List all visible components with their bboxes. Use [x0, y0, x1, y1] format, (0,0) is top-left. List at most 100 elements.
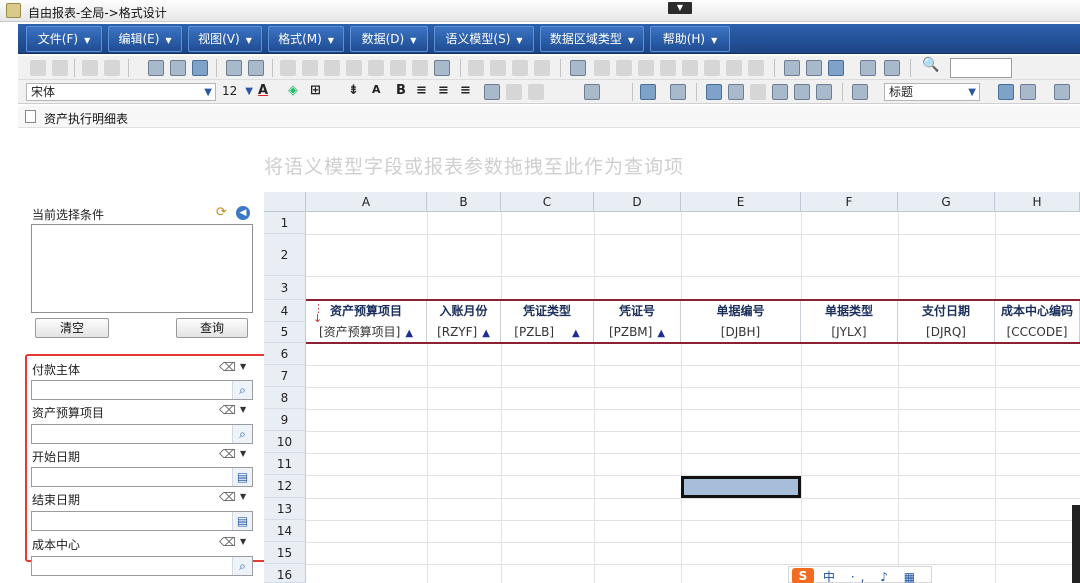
calc-icon[interactable] [728, 84, 744, 100]
cell-d4[interactable]: 凭证号 [594, 300, 681, 322]
clear-button[interactable]: 清空 [35, 318, 109, 338]
eraser-icon[interactable]: ⌫ [219, 360, 236, 374]
undo-icon[interactable] [82, 60, 98, 76]
param-icon[interactable] [670, 84, 686, 100]
cell-h5[interactable]: [CCCODE] [995, 322, 1080, 343]
ime-status[interactable]: 中 ·, ♪ ▦ ⁘ [823, 568, 931, 583]
column-header-e[interactable]: E [681, 192, 801, 212]
cell-c4[interactable]: 凭证类型 [501, 300, 594, 322]
align-center-icon[interactable]: ≡ [438, 83, 449, 98]
insert-icon[interactable] [280, 60, 296, 76]
image-icon[interactable] [490, 60, 506, 76]
merge-icon[interactable] [324, 60, 340, 76]
filter-input-payer[interactable]: ⌕ [31, 380, 253, 400]
bold-icon[interactable]: B [396, 83, 406, 98]
filter-icon[interactable] [534, 60, 550, 76]
font-grow-icon[interactable]: A [372, 83, 381, 96]
style-icon[interactable] [852, 84, 868, 100]
cell-c5[interactable]: [PZLB] ▲ [501, 322, 594, 343]
eraser-icon[interactable]: ⌫ [219, 447, 236, 461]
ime-logo-icon[interactable]: S [792, 568, 814, 583]
copy-icon[interactable] [806, 60, 822, 76]
font-family-select[interactable]: 宋体 ▼ [26, 83, 216, 101]
valign-top-icon[interactable] [506, 84, 522, 100]
print-icon[interactable] [248, 60, 264, 76]
cell-e5[interactable]: [DJBH] [681, 322, 801, 343]
current-conditions-box[interactable] [31, 224, 253, 313]
font-size-select[interactable]: 12 ▼ [220, 83, 256, 101]
region-icon[interactable] [706, 84, 722, 100]
settings-icon[interactable] [570, 60, 586, 76]
row-header[interactable]: 8 [264, 387, 306, 409]
font-color-icon[interactable]: A [258, 83, 268, 98]
filter-input-budget-item[interactable]: ⌕ [31, 424, 253, 444]
collapse-left-icon[interactable]: ◀ [236, 206, 250, 220]
formula-icon[interactable] [748, 60, 764, 76]
cell-a5[interactable]: [资产预算项目] ▲ [306, 322, 427, 343]
split-icon[interactable] [346, 60, 362, 76]
calendar-icon[interactable]: ▤ [232, 512, 252, 530]
row-header[interactable]: 13 [264, 498, 306, 520]
row-icon[interactable] [368, 60, 384, 76]
row-header[interactable]: 6 [264, 343, 306, 365]
sum-icon[interactable] [682, 60, 698, 76]
preview-mode-icon[interactable] [1020, 84, 1036, 100]
eraser-icon[interactable]: ⌫ [219, 490, 236, 504]
link-cell-icon[interactable] [750, 84, 766, 100]
cell-d5[interactable]: [PZBM] ▲ [594, 322, 681, 343]
cell-h4[interactable]: 成本中心编码 [995, 300, 1080, 322]
row-header[interactable]: 7 [264, 365, 306, 387]
group-icon[interactable] [726, 60, 742, 76]
align-icon[interactable] [616, 60, 632, 76]
chevron-down-icon[interactable]: ▼ [240, 492, 246, 501]
row-header[interactable]: 14 [264, 520, 306, 542]
column-header-f[interactable]: F [801, 192, 898, 212]
report-sheet[interactable]: A B C D E F G H 1 2 3 4 5 6 7 8 9 10 11 … [264, 192, 1080, 583]
print-preview-icon[interactable] [226, 60, 242, 76]
cell-style-select[interactable]: 标题 ▼ [884, 83, 980, 101]
link-icon[interactable] [512, 60, 528, 76]
layout-icon[interactable] [594, 60, 610, 76]
data-source-icon[interactable] [640, 84, 656, 100]
cell-b4[interactable]: 入账月份 [427, 300, 501, 322]
redo-icon[interactable] [104, 60, 120, 76]
design-mode-icon[interactable] [998, 84, 1014, 100]
unlock-icon[interactable] [660, 60, 676, 76]
frame-icon[interactable] [484, 84, 500, 100]
column-header-h[interactable]: H [995, 192, 1080, 212]
chevron-down-icon[interactable]: ▼ [240, 405, 246, 414]
menu-file[interactable]: 文件(F) ▼ [26, 26, 102, 52]
refresh-icon[interactable] [192, 60, 208, 76]
user-icon[interactable] [794, 84, 810, 100]
query-button[interactable]: 查询 [176, 318, 248, 338]
toolbar-search-input[interactable] [950, 58, 1012, 78]
export-icon[interactable] [1054, 84, 1070, 100]
search-icon[interactable]: ⌕ [232, 557, 252, 575]
chevron-down-icon[interactable]: ▼ [240, 537, 246, 546]
align-left-icon[interactable]: ≡ [416, 83, 427, 98]
cell-e4[interactable]: 单据编号 [681, 300, 801, 322]
column-header-d[interactable]: D [594, 192, 681, 212]
new-icon[interactable] [30, 60, 46, 76]
row-header[interactable]: 1 [264, 212, 306, 234]
column-icon[interactable] [390, 60, 406, 76]
row-header[interactable]: 3 [264, 276, 306, 300]
chevron-down-icon[interactable]: ▼ [240, 449, 246, 458]
menu-semantic-model[interactable]: 语义模型(S) ▼ [434, 26, 534, 52]
clear-icon[interactable] [884, 60, 900, 76]
menu-edit[interactable]: 编辑(E) ▼ [108, 26, 182, 52]
cell-f4[interactable]: 单据类型 [801, 300, 898, 322]
cell-a4[interactable]: 资产预算项目 [306, 300, 427, 322]
search-icon[interactable]: ⌕ [232, 381, 252, 399]
publish-icon[interactable] [772, 84, 788, 100]
paste-format-icon[interactable] [170, 60, 186, 76]
sheet-corner[interactable] [264, 192, 306, 212]
table-icon[interactable] [412, 60, 428, 76]
cell-b5[interactable]: [RZYF] ▲ [427, 322, 501, 343]
row-header[interactable]: 12 [264, 475, 306, 498]
column-header-c[interactable]: C [501, 192, 594, 212]
column-header-b[interactable]: B [427, 192, 501, 212]
menu-format[interactable]: 格式(M) ▼ [268, 26, 344, 52]
row-header[interactable]: 15 [264, 542, 306, 564]
delete-icon[interactable] [302, 60, 318, 76]
